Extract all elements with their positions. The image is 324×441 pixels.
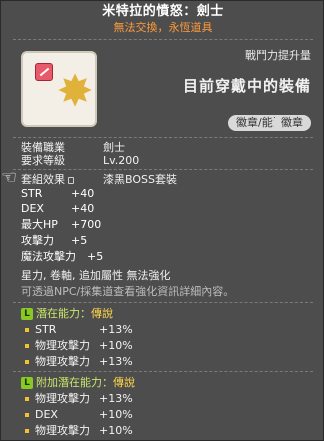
- additional-potential-rank: 傳說: [113, 376, 135, 389]
- divider: [13, 137, 313, 138]
- category-pill-emblem: 徽章: [273, 115, 311, 131]
- potential-line: 物理攻擊力 +10%: [25, 339, 133, 353]
- potential-key: DEX: [35, 408, 58, 421]
- additional-potential-label: 附加潛在能力: [36, 376, 102, 389]
- potential-line: STR +13%: [25, 323, 133, 337]
- potential-title: L 潛在能力：傳說: [21, 307, 113, 321]
- bullet-icon: [25, 328, 29, 332]
- stat-dex: DEX +40: [21, 202, 94, 216]
- potential-value: +10%: [99, 339, 133, 352]
- potential-value: +13%: [99, 355, 133, 368]
- additional-potential-title: L 附加潛在能力：傳說: [21, 376, 135, 390]
- potential-key: 物理攻擊力: [35, 355, 90, 368]
- potential-key: 物理攻擊力: [35, 339, 90, 352]
- divider: [13, 169, 313, 170]
- stat-magic-attack: 魔法攻擊力 +5: [21, 250, 103, 264]
- set-effect-row[interactable]: 套組效果 漆黑BOSS套裝: [21, 173, 177, 187]
- cursor-hand-icon: ☜: [1, 167, 18, 188]
- potential-rank: 傳說: [91, 307, 113, 320]
- stat-key: 攻擊力: [21, 234, 54, 247]
- stat-key: STR: [21, 187, 43, 200]
- stat-value: +700: [71, 218, 102, 231]
- golden-emblem-icon: ✸: [56, 66, 94, 117]
- potential-key: 物理攻擊力: [35, 392, 90, 405]
- level-key: 要求等級: [21, 154, 65, 167]
- stat-value: +5: [71, 234, 88, 247]
- stat-key: 魔法攻擊力: [21, 250, 76, 263]
- additional-potential-colon: ：: [102, 376, 113, 389]
- stat-key: 最大HP: [21, 218, 58, 231]
- bullet-icon: [25, 429, 29, 433]
- emblem-icon: ✸: [29, 59, 93, 119]
- job-key: 裝備職業: [21, 141, 65, 154]
- level-row: 要求等級 Lv.200: [21, 154, 139, 168]
- divider: [13, 371, 313, 372]
- enhance-note: 星力, 卷軸, 追加屬性 無法強化: [21, 269, 171, 282]
- stat-key: DEX: [21, 202, 44, 215]
- bullet-icon: [25, 397, 29, 401]
- legendary-badge-icon: L: [21, 308, 33, 320]
- stat-maxhp: 最大HP +700: [21, 218, 101, 232]
- stat-value: +40: [71, 202, 95, 215]
- stat-str: STR +40: [21, 187, 94, 201]
- set-effect-value: 漆黑BOSS套裝: [103, 173, 177, 186]
- item-subtitle: 無法交換，永恆道具: [113, 21, 213, 34]
- potential-label: 潛在能力: [36, 307, 80, 320]
- level-value: Lv.200: [103, 154, 140, 167]
- additional-potential-line: DEX +10%: [25, 408, 133, 422]
- bullet-icon: [25, 344, 29, 348]
- additional-potential-line: 物理攻擊力 +10%: [25, 424, 133, 438]
- divider: [13, 302, 313, 303]
- item-icon-frame: ✸: [21, 51, 97, 127]
- stat-value: +40: [71, 187, 95, 200]
- stat-attack: 攻擊力 +5: [21, 234, 87, 248]
- potential-colon: ：: [80, 307, 91, 320]
- job-value: 劍士: [103, 141, 125, 154]
- bullet-icon: [25, 360, 29, 364]
- tooltip-header: 米特拉的憤怒：劍士 無法交換，永恆道具: [1, 3, 324, 35]
- stat-value: +5: [87, 250, 104, 263]
- item-title: 米特拉的憤怒：劍士: [102, 4, 224, 19]
- potential-value: +10%: [99, 408, 133, 421]
- divider: [13, 39, 313, 40]
- job-row: 裝備職業 劍士: [21, 141, 125, 155]
- lock-icon: [68, 176, 74, 184]
- additional-potential-line: 物理攻擊力 +13%: [25, 392, 133, 406]
- potential-value: +10%: [99, 424, 133, 437]
- equipped-label: 目前穿戴中的裝備: [182, 77, 311, 95]
- npc-note: 可透過NPC/採集道查看強化資訊詳細內容。: [21, 285, 235, 298]
- potential-key: 物理攻擊力: [35, 424, 90, 437]
- power-up-label: 戰鬥力提升量: [245, 49, 311, 62]
- potential-key: STR: [35, 323, 57, 336]
- item-tooltip: 米特拉的憤怒：劍士 無法交換，永恆道具 ✸ 戰鬥力提升量 目前穿戴中的裝備 徽章…: [0, 0, 324, 441]
- potential-value: +13%: [99, 323, 133, 336]
- set-effect-key: 套組效果: [21, 173, 65, 186]
- legendary-badge-icon: L: [21, 377, 33, 389]
- potential-line: 物理攻擊力 +13%: [25, 355, 133, 369]
- bullet-icon: [25, 413, 29, 417]
- sword-badge-icon: [35, 63, 53, 81]
- potential-value: +13%: [99, 392, 133, 405]
